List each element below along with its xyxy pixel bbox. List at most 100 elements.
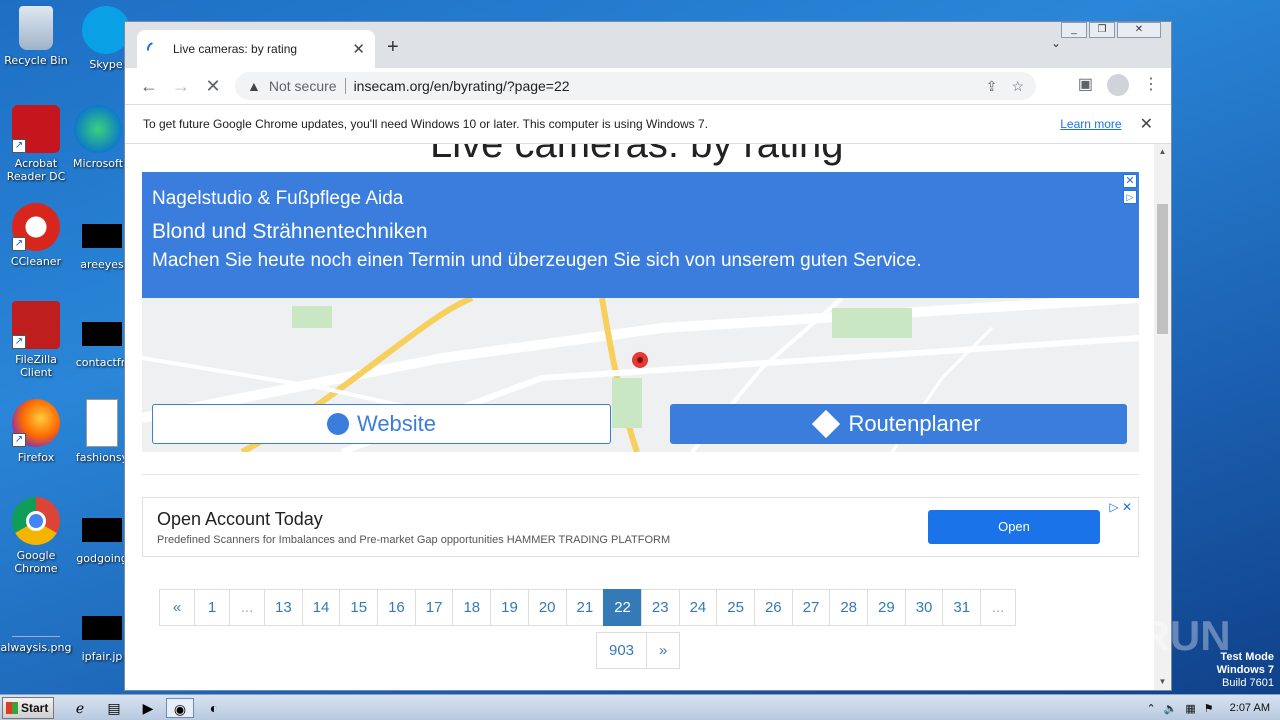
page-link-30[interactable]: 30 bbox=[904, 589, 944, 626]
page-link-15[interactable]: 15 bbox=[339, 589, 379, 626]
page-link-16[interactable]: 16 bbox=[377, 589, 416, 626]
minimize-button[interactable]: _ bbox=[1061, 22, 1087, 38]
page-link-29[interactable]: 29 bbox=[867, 589, 906, 626]
page-link-19[interactable]: 19 bbox=[490, 589, 529, 626]
page-ellipsis: ... bbox=[229, 589, 265, 626]
ad-banner-nagelstudio[interactable]: Nagelstudio & Fußpflege Aida Blond und S… bbox=[142, 172, 1139, 452]
page-link-21[interactable]: 21 bbox=[565, 589, 605, 626]
share-icon[interactable]: ⇪ bbox=[986, 78, 998, 95]
desktop-icon-ccleaner[interactable]: ↗ CCleaner bbox=[0, 203, 72, 268]
volume-icon[interactable]: 🔈 bbox=[1164, 702, 1178, 715]
browser-window: Live cameras: by rating ✕ + ⌄ _ ❐ ✕ ← → … bbox=[124, 21, 1172, 691]
page-link-31[interactable]: 31 bbox=[942, 589, 982, 626]
media-player-taskbar-icon[interactable]: ▶ bbox=[134, 698, 162, 718]
scroll-down-icon[interactable]: ▼ bbox=[1154, 674, 1171, 690]
infobar-message: To get future Google Chrome updates, you… bbox=[143, 117, 709, 131]
page-title: Live cameras: by rating bbox=[430, 144, 844, 166]
start-button[interactable]: Start bbox=[2, 697, 54, 719]
page-link-22[interactable]: 22 bbox=[603, 589, 642, 626]
clock[interactable]: 2:07 AM bbox=[1230, 702, 1270, 714]
page-link-20[interactable]: 20 bbox=[527, 589, 567, 626]
desktop-icon-label: areeyes bbox=[80, 258, 124, 271]
page-link-13[interactable]: 13 bbox=[264, 589, 303, 626]
tab-close-icon[interactable]: ✕ bbox=[352, 40, 365, 58]
page-link-23[interactable]: 23 bbox=[640, 589, 680, 626]
start-label: Start bbox=[21, 701, 49, 715]
desktop-icon-label: Acrobat Reader DC bbox=[6, 157, 66, 183]
scroll-up-icon[interactable]: ▲ bbox=[1154, 144, 1171, 160]
route-planner-button[interactable]: Routenplaner bbox=[670, 404, 1127, 444]
forward-button[interactable]: → bbox=[165, 76, 197, 97]
page-link-25[interactable]: 25 bbox=[716, 589, 755, 626]
ad2-open-button[interactable]: Open bbox=[928, 510, 1100, 544]
url-text[interactable]: insecam.org/en/byrating/?page=22 bbox=[354, 78, 972, 94]
tray-expand-icon[interactable]: ⌃ bbox=[1146, 702, 1155, 715]
toolbar-right: ▣ ⋮ bbox=[1078, 74, 1159, 96]
ad-header: Nagelstudio & Fußpflege Aida Blond und S… bbox=[142, 172, 1139, 298]
file-icon bbox=[82, 616, 122, 640]
taskbar: Start ℯ ▤ ▶ ◉ ◐ ⌃ 🔈 ▦ ⚑ 2:07 AM bbox=[0, 694, 1280, 720]
ccleaner-icon: ↗ bbox=[12, 203, 60, 251]
ie-taskbar-icon[interactable]: ℯ bbox=[66, 698, 94, 718]
ad-banner-open-account[interactable]: Open Account Today Predefined Scanners f… bbox=[142, 497, 1139, 557]
desktop-icon-filezilla[interactable]: ↗ FileZilla Client bbox=[0, 301, 72, 379]
page-link-18[interactable]: 18 bbox=[452, 589, 492, 626]
page-prev-link[interactable]: « bbox=[159, 589, 195, 626]
desktop-icon-chrome[interactable]: Google Chrome bbox=[0, 497, 72, 575]
edge-taskbar-icon[interactable]: ◐ bbox=[200, 698, 228, 718]
route-label: Routenplaner bbox=[848, 411, 981, 436]
learn-more-link[interactable]: Learn more bbox=[1060, 117, 1121, 131]
page-link-14[interactable]: 14 bbox=[301, 589, 341, 626]
page-link-26[interactable]: 26 bbox=[753, 589, 793, 626]
shortcut-arrow-icon: ↗ bbox=[12, 335, 26, 349]
warning-icon[interactable]: ▲ bbox=[247, 78, 261, 94]
tab-search-chevron-icon[interactable]: ⌄ bbox=[1051, 36, 1061, 50]
not-secure-label[interactable]: Not secure bbox=[269, 78, 337, 94]
back-button[interactable]: ← bbox=[133, 76, 165, 97]
close-window-button[interactable]: ✕ bbox=[1117, 22, 1161, 38]
explorer-taskbar-icon[interactable]: ▤ bbox=[100, 698, 128, 718]
stop-loading-button[interactable]: ✕ bbox=[197, 76, 229, 97]
anyrun-watermark: ANY RUN bbox=[1040, 612, 1231, 659]
ad-close-icon[interactable]: ✕ bbox=[1123, 174, 1137, 188]
chrome-taskbar-icon[interactable]: ◉ bbox=[166, 698, 194, 718]
page-link-903[interactable]: 903 bbox=[596, 632, 648, 669]
page-next-link[interactable]: » bbox=[646, 632, 681, 669]
address-bar[interactable]: ▲ Not secure insecam.org/en/byrating/?pa… bbox=[235, 72, 1036, 100]
desktop-icon-recycle-bin[interactable]: Recycle Bin bbox=[0, 6, 72, 67]
action-center-flag-icon[interactable]: ⚑ bbox=[1204, 702, 1214, 715]
page-link-28[interactable]: 28 bbox=[829, 589, 868, 626]
profile-avatar-icon[interactable] bbox=[1107, 74, 1129, 96]
scrollbar-thumb[interactable] bbox=[1157, 204, 1168, 334]
tab-active[interactable]: Live cameras: by rating ✕ bbox=[137, 30, 375, 68]
page-scrollbar[interactable]: ▲ ▼ bbox=[1154, 144, 1171, 690]
edge-icon bbox=[74, 105, 122, 153]
file-icon bbox=[82, 224, 122, 248]
desktop-icon-firefox[interactable]: ↗ Firefox bbox=[0, 399, 72, 464]
new-tab-button[interactable]: + bbox=[387, 36, 399, 59]
side-panel-icon[interactable]: ▣ bbox=[1078, 74, 1093, 96]
desktop-icon-alwaysis[interactable]: alwaysis.png bbox=[0, 607, 72, 654]
ad-line-1[interactable]: Nagelstudio & Fußpflege Aida bbox=[152, 188, 1129, 210]
ad-line-2[interactable]: Blond und Strähnentechniken bbox=[152, 220, 1129, 244]
page-link-17[interactable]: 17 bbox=[414, 589, 454, 626]
page-link-24[interactable]: 24 bbox=[678, 589, 718, 626]
bookmark-star-icon[interactable]: ☆ bbox=[1011, 78, 1024, 95]
desktop-icon-label: FileZilla Client bbox=[15, 353, 57, 379]
page-link-1[interactable]: 1 bbox=[194, 589, 230, 626]
network-icon[interactable]: ▦ bbox=[1185, 702, 1195, 715]
ad2-title[interactable]: Open Account Today bbox=[157, 509, 323, 530]
infobar-close-icon[interactable]: ✕ bbox=[1140, 114, 1153, 134]
desktop-icon-label: Skype bbox=[89, 58, 123, 71]
restore-button[interactable]: ❐ bbox=[1089, 22, 1115, 38]
ad2-description[interactable]: Predefined Scanners for Imbalances and P… bbox=[157, 534, 670, 546]
adchoices-icon[interactable]: ▷ bbox=[1123, 190, 1137, 204]
browser-toolbar: ← → ✕ ▲ Not secure insecam.org/en/byrati… bbox=[125, 68, 1171, 104]
ad-line-3[interactable]: Machen Sie heute noch einen Termin und ü… bbox=[152, 250, 1129, 272]
website-button[interactable]: Website bbox=[152, 404, 611, 444]
kebab-menu-icon[interactable]: ⋮ bbox=[1143, 74, 1159, 96]
page-link-27[interactable]: 27 bbox=[791, 589, 831, 626]
ad2-adchoices-close-icon[interactable]: ▷ ✕ bbox=[1109, 500, 1132, 514]
filezilla-icon: ↗ bbox=[12, 301, 60, 349]
page-viewport: Live cameras: by rating Nagelstudio & Fu… bbox=[125, 144, 1155, 690]
